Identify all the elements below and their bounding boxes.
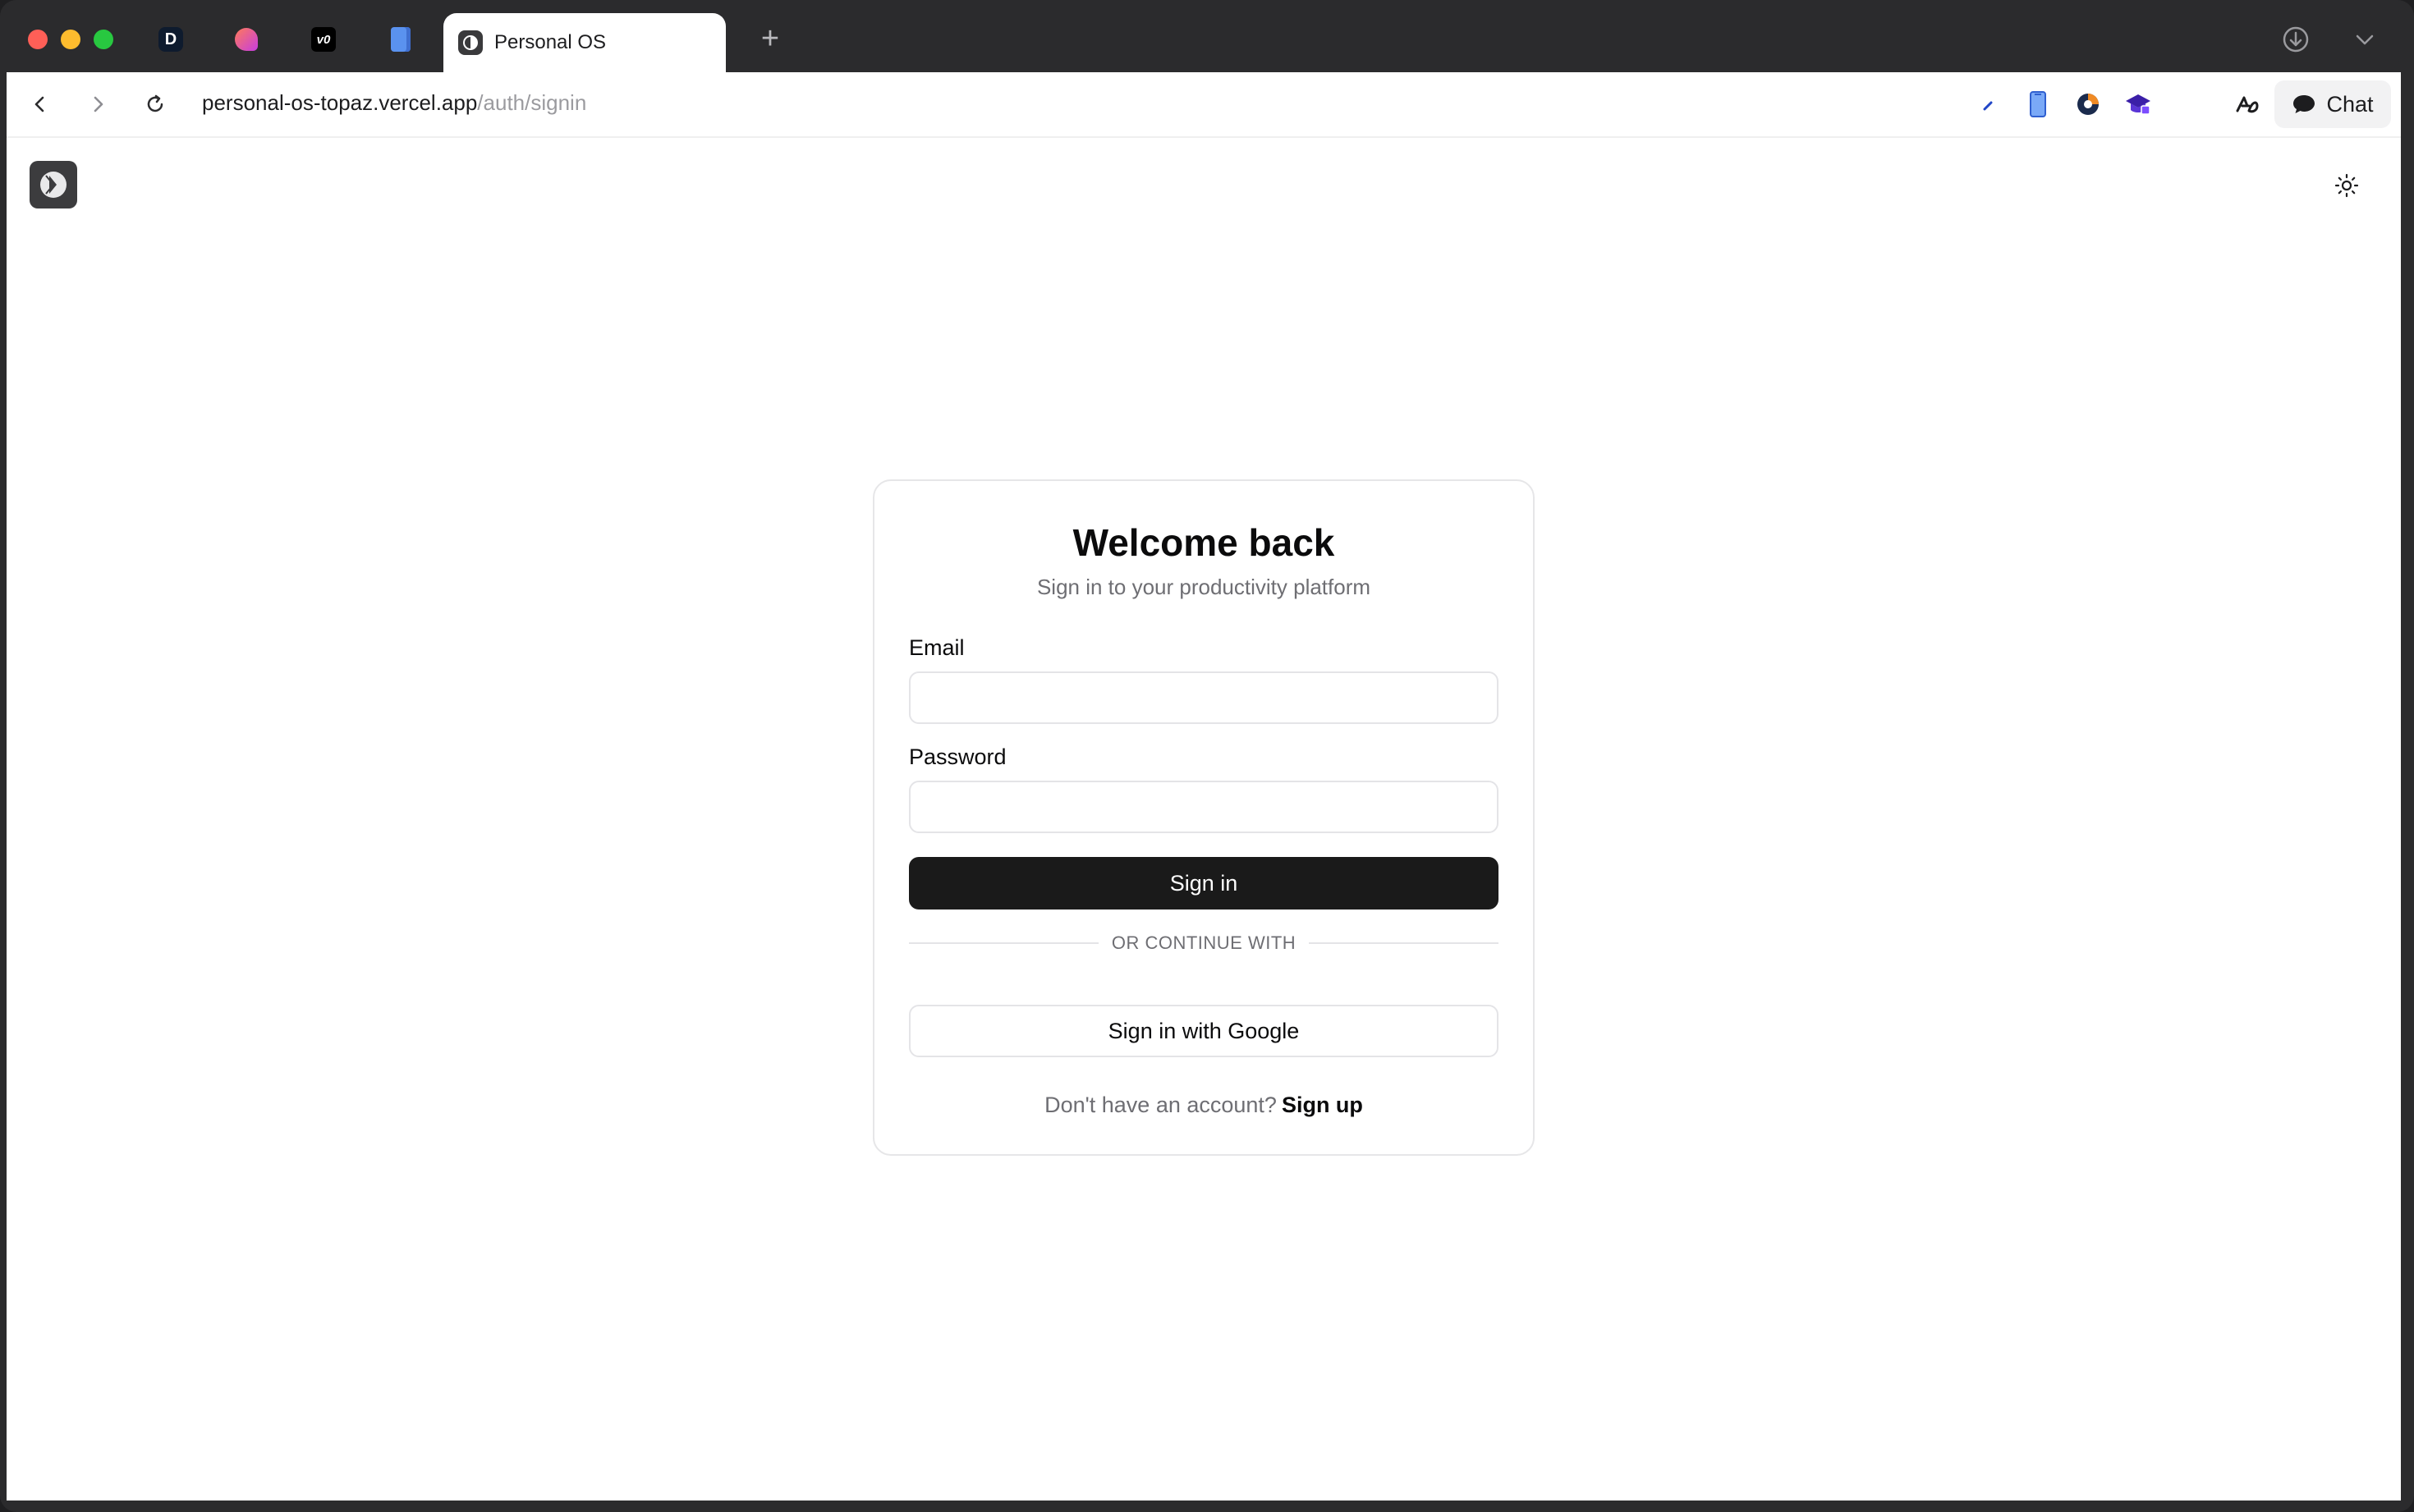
orbit-extension-icon[interactable] bbox=[2072, 89, 2104, 120]
google-sign-in-button[interactable]: Sign in with Google bbox=[909, 1005, 1498, 1057]
signup-link[interactable]: Sign up bbox=[1282, 1093, 1363, 1117]
chat-bubble-icon bbox=[2293, 95, 2315, 113]
new-tab-button[interactable]: + bbox=[754, 23, 787, 56]
back-button[interactable] bbox=[23, 87, 57, 121]
forward-button[interactable] bbox=[80, 87, 115, 121]
personal-os-favicon-icon bbox=[458, 30, 483, 55]
signin-card: Welcome back Sign in to your productivit… bbox=[873, 479, 1535, 1156]
close-window-button[interactable] bbox=[28, 30, 48, 49]
signup-prompt: Don't have an account? Sign up bbox=[874, 1093, 1533, 1118]
minimize-window-button[interactable] bbox=[61, 30, 80, 49]
chevron-right-icon bbox=[94, 96, 103, 112]
pen-extension-icon[interactable] bbox=[1974, 89, 2005, 120]
url-path: /auth/signin bbox=[477, 90, 587, 115]
page-subtitle: Sign in to your productivity platform bbox=[1036, 575, 1371, 599]
app-logo-icon[interactable] bbox=[30, 161, 77, 208]
divider-text: OR CONTINUE WITH bbox=[1111, 932, 1296, 953]
divider-line-left bbox=[909, 942, 1099, 944]
phone-extension-icon[interactable] bbox=[2022, 89, 2054, 120]
chat-button[interactable]: Chat bbox=[2274, 80, 2391, 128]
downloads-icon[interactable] bbox=[2279, 23, 2312, 56]
theme-toggle-button[interactable] bbox=[2330, 169, 2363, 202]
tab-personal-os[interactable]: Personal OS bbox=[443, 13, 726, 72]
browser-toolbar: personal-os-topaz.vercel.app/auth/signin… bbox=[7, 72, 2401, 138]
signup-prompt-text: Don't have an account? bbox=[1044, 1093, 1277, 1117]
page-content: Welcome back Sign in to your productivit… bbox=[7, 138, 2401, 1501]
url-host: personal-os-topaz.vercel.app bbox=[202, 90, 478, 115]
address-bar[interactable]: personal-os-topaz.vercel.app/auth/signin bbox=[202, 90, 586, 116]
page-title: Welcome back bbox=[1072, 521, 1335, 564]
reload-button[interactable] bbox=[138, 87, 172, 121]
pinned-tab-heart[interactable] bbox=[223, 18, 269, 61]
reload-icon bbox=[147, 94, 163, 112]
password-field[interactable] bbox=[909, 781, 1498, 833]
gradient-heart-icon bbox=[235, 28, 258, 51]
blue-book-icon bbox=[391, 27, 411, 52]
chat-label: Chat bbox=[2326, 91, 2374, 117]
email-field[interactable] bbox=[909, 671, 1498, 724]
pinned-tab-d[interactable]: D bbox=[148, 18, 194, 61]
zoom-window-button[interactable] bbox=[94, 30, 113, 49]
chevron-down-icon[interactable] bbox=[2348, 23, 2381, 56]
sun-icon bbox=[2334, 173, 2359, 198]
v0-logo-icon: v0 bbox=[311, 27, 336, 52]
browser-window: D v0 Personal OS + personal-os-topaz.ver… bbox=[0, 0, 2414, 1512]
d-letter-icon: D bbox=[158, 27, 183, 52]
divider-line-right bbox=[1309, 942, 1499, 944]
script-a-extension-icon[interactable] bbox=[2232, 89, 2263, 120]
pinned-tab-v0[interactable]: v0 bbox=[301, 18, 346, 61]
email-label: Email bbox=[909, 635, 965, 660]
password-label: Password bbox=[909, 745, 1007, 769]
or-divider: OR CONTINUE WITH bbox=[909, 931, 1499, 955]
tab-strip: D v0 Personal OS + bbox=[0, 0, 2414, 72]
graduation-cap-extension-icon[interactable] bbox=[2123, 89, 2154, 120]
sign-in-button[interactable]: Sign in bbox=[909, 857, 1498, 909]
chevron-left-icon bbox=[34, 96, 44, 112]
pinned-tab-book[interactable] bbox=[378, 18, 424, 61]
tab-title: Personal OS bbox=[494, 31, 607, 53]
